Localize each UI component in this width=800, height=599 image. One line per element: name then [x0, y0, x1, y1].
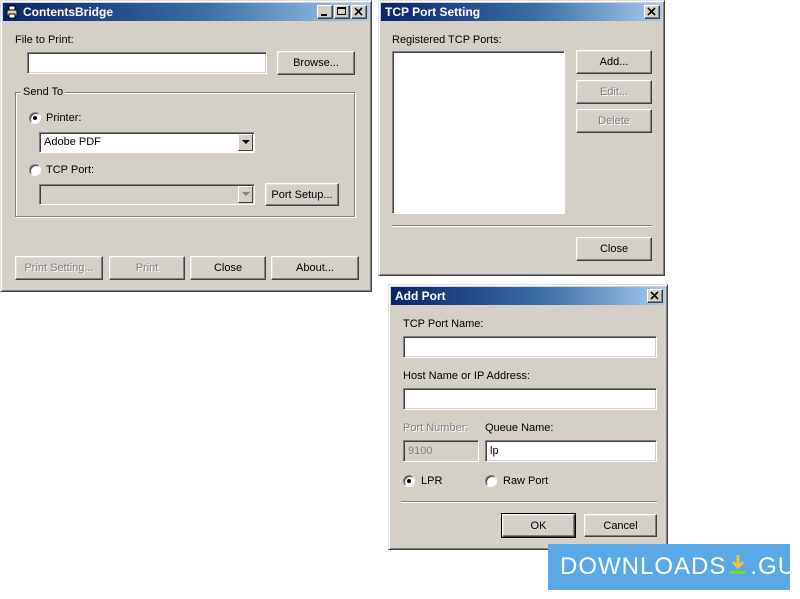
queue-name-label: Queue Name:: [485, 422, 554, 434]
watermark-banner: DOWNLOADS .GURU: [548, 544, 800, 590]
tcp-port-radio[interactable]: [29, 164, 41, 176]
close-icon[interactable]: [644, 5, 660, 19]
edit-button[interactable]: Edit...: [576, 80, 652, 104]
port-number-label: Port Number:: [403, 422, 469, 434]
watermark-text-left: DOWNLOADS: [560, 553, 727, 580]
window-title: Add Port: [395, 289, 446, 303]
browse-button[interactable]: Browse...: [277, 51, 355, 75]
cancel-button[interactable]: Cancel: [584, 514, 657, 537]
file-to-print-input[interactable]: [27, 52, 267, 74]
tcp-port-label: TCP Port:: [46, 164, 95, 176]
print-setting-button[interactable]: Print Setting...: [15, 256, 103, 280]
tcp-port-name-input[interactable]: [403, 336, 657, 358]
tcp-port-select[interactable]: [39, 184, 255, 205]
registered-tcp-ports-label: Registered TCP Ports:: [392, 34, 502, 46]
about-button[interactable]: About...: [271, 256, 359, 280]
close-icon[interactable]: [647, 289, 663, 303]
add-port-window: Add Port TCP Port Name: Host Name or IP …: [388, 284, 668, 550]
minimize-icon[interactable]: [317, 5, 333, 19]
add-button[interactable]: Add...: [576, 50, 652, 74]
separator: [392, 225, 652, 227]
print-button[interactable]: Print: [109, 256, 185, 280]
maximize-icon[interactable]: [334, 5, 350, 19]
chevron-down-icon[interactable]: [238, 186, 253, 203]
delete-button[interactable]: Delete: [576, 109, 652, 133]
contentsbridge-window: ContentsBridge File to Print: Browse... …: [0, 0, 372, 292]
registered-tcp-ports-list[interactable]: [392, 51, 565, 214]
contentsbridge-titlebar[interactable]: ContentsBridge: [3, 3, 369, 21]
queue-name-input[interactable]: [485, 440, 657, 462]
chevron-down-icon[interactable]: [238, 134, 253, 151]
tcp-port-setting-titlebar[interactable]: TCP Port Setting: [381, 3, 662, 21]
printer-select-value: Adobe PDF: [44, 136, 101, 148]
ok-button[interactable]: OK: [501, 513, 576, 538]
printer-radio[interactable]: [29, 112, 41, 124]
raw-port-label: Raw Port: [503, 475, 549, 487]
window-title: ContentsBridge: [23, 5, 113, 19]
file-to-print-label: File to Print:: [15, 34, 74, 46]
window-title: TCP Port Setting: [385, 5, 481, 19]
printer-select[interactable]: Adobe PDF: [39, 132, 255, 153]
printer-app-icon: [6, 5, 18, 19]
separator: [401, 501, 657, 503]
host-name-label: Host Name or IP Address:: [403, 370, 530, 382]
host-name-input[interactable]: [403, 388, 657, 410]
lpr-label: LPR: [421, 475, 443, 487]
close-icon[interactable]: [351, 5, 367, 19]
close-button[interactable]: Close: [190, 256, 266, 280]
send-to-label: Send To: [21, 86, 66, 98]
port-setup-button[interactable]: Port Setup...: [265, 183, 339, 206]
lpr-radio[interactable]: [403, 475, 415, 487]
printer-label: Printer:: [46, 112, 82, 124]
raw-port-radio[interactable]: [485, 475, 497, 487]
tcp-port-name-label: TCP Port Name:: [403, 318, 484, 330]
download-icon: [730, 554, 747, 574]
port-number-input[interactable]: [403, 440, 479, 462]
close-button[interactable]: Close: [576, 237, 652, 261]
watermark-text-right: .GURU: [750, 553, 800, 580]
tcp-port-setting-window: TCP Port Setting Registered TCP Ports: A…: [378, 0, 665, 276]
add-port-titlebar[interactable]: Add Port: [391, 287, 665, 305]
